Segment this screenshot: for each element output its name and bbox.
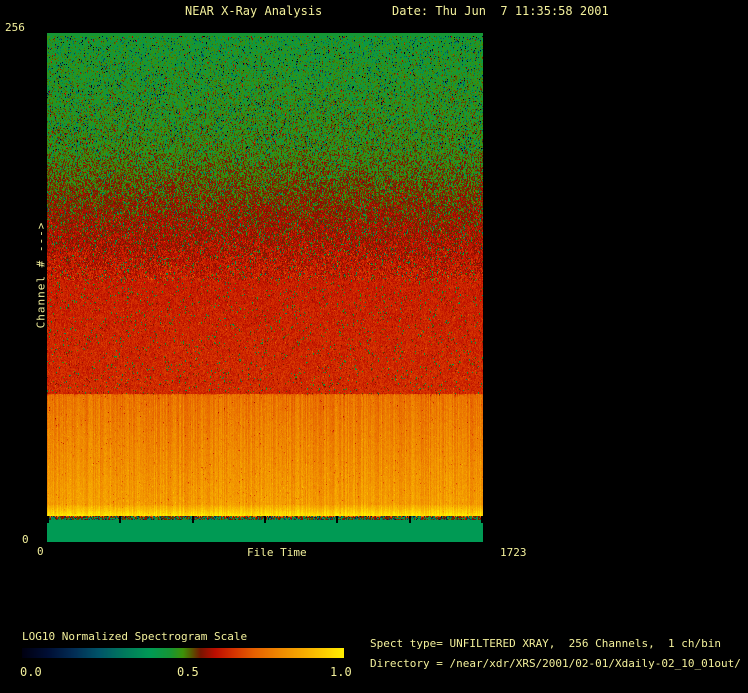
y-axis-title: Channel # --->: [34, 221, 48, 329]
date-label: Date: Thu Jun 7 11:35:58 2001: [392, 4, 609, 18]
y-axis-min-label: 0: [22, 533, 29, 546]
colorbar-gradient: [22, 648, 344, 658]
x-axis-title: File Time: [247, 546, 307, 559]
page-title: NEAR X-Ray Analysis: [185, 4, 323, 18]
spectrogram-heatmap: [47, 33, 483, 542]
x-axis-min-label: 0: [37, 545, 44, 558]
colorbar-tick-high: 1.0: [330, 665, 352, 679]
directory-info: Directory = /near/xdr/XRS/2001/02-01/Xda…: [370, 657, 741, 670]
spect-type-info: Spect type= UNFILTERED XRAY, 256 Channel…: [370, 637, 721, 650]
x-axis-max-label: 1723: [500, 546, 527, 559]
colorbar-tick-mid: 0.5: [177, 665, 199, 679]
y-axis-max-label: 256: [5, 21, 25, 34]
near-xray-analysis-window: NEAR X-Ray Analysis Date: Thu Jun 7 11:3…: [0, 0, 748, 693]
colorbar-tick-low: 0.0: [20, 665, 42, 679]
colorbar-title: LOG10 Normalized Spectrogram Scale: [22, 630, 248, 643]
